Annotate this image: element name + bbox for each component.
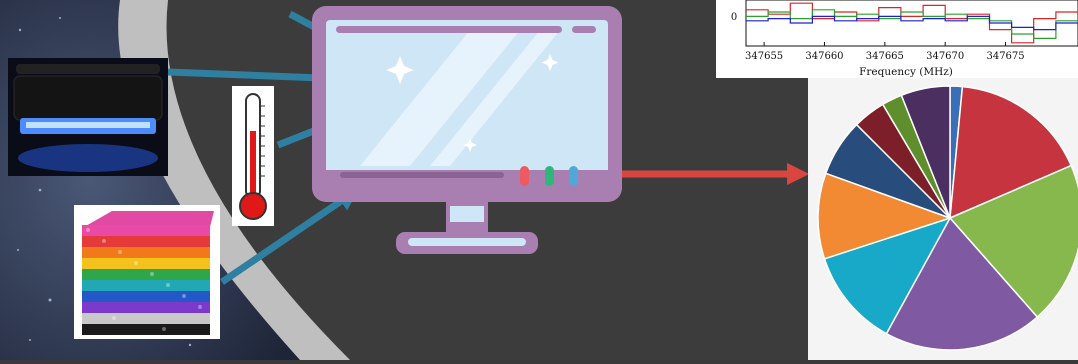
x-tick-label: 347670 — [926, 51, 964, 62]
x-axis-title: Frequency (MHz) — [859, 66, 953, 78]
x-tick-label: 347665 — [866, 51, 904, 62]
indicator-red — [520, 166, 529, 186]
spectrum-chart: 0 347655 347660 347665 347670 347675 Frequen… — [716, 0, 1078, 78]
y-tick-label: 0 — [731, 12, 737, 23]
x-tick-label: 347660 — [805, 51, 843, 62]
x-tick-label: 347655 — [745, 51, 783, 62]
indicator-blue — [569, 166, 578, 186]
indicator-green — [545, 166, 554, 186]
x-tick-label: 347675 — [986, 51, 1024, 62]
pie-chart — [808, 78, 1078, 360]
